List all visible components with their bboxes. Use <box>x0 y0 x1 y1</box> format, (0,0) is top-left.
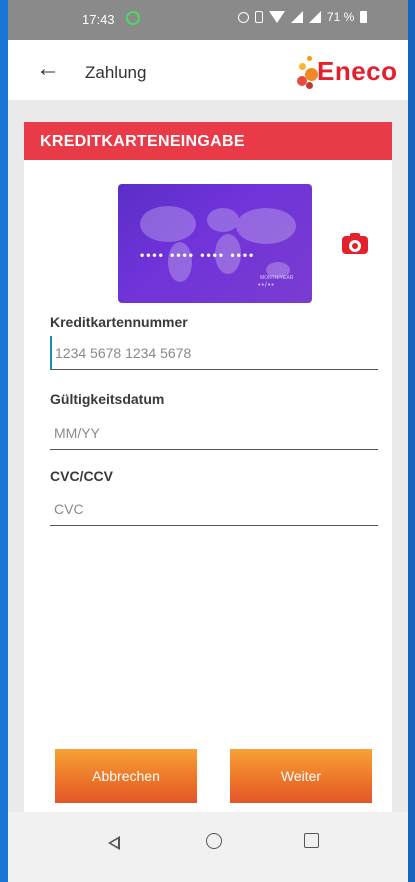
expiry-input[interactable] <box>50 416 378 450</box>
signal-icon <box>291 11 303 23</box>
card-expiry-label: MONTH/YEAR <box>260 275 294 281</box>
vibrate-icon <box>255 11 263 23</box>
content-area: KREDITKARTENEINGABE •••• •••• •••• •••• … <box>8 100 408 812</box>
square-recents-icon[interactable] <box>304 833 319 848</box>
signal-icon-2 <box>309 11 321 23</box>
logo-text: Eneco <box>317 56 398 86</box>
next-button[interactable]: Weiter <box>230 749 372 803</box>
camera-lens-inner <box>352 243 358 249</box>
eneco-logo: Eneco <box>294 54 397 90</box>
cancel-button[interactable]: Abbrechen <box>55 749 197 803</box>
status-time: 17:43 <box>82 12 115 27</box>
credit-card-preview: •••• •••• •••• •••• MONTH/YEAR ••/•• <box>118 184 312 303</box>
card-number-mask: •••• •••• •••• •••• <box>140 248 256 262</box>
triangle-back-icon[interactable] <box>108 836 120 850</box>
card-expiry-mask: ••/•• <box>258 282 275 289</box>
battery-percent: 71 % <box>327 10 355 24</box>
card-header: KREDITKARTENEINGABE <box>24 122 392 160</box>
card-number-input[interactable] <box>50 336 378 370</box>
system-nav-bar <box>8 812 408 882</box>
cvc-label: CVC/CCV <box>50 468 114 484</box>
camera-lens <box>349 240 361 252</box>
status-icons: 71 % <box>238 10 368 24</box>
phone-screen: 17:43 71 % ← Zahlung Eneco KREDITKARTENE… <box>8 0 408 882</box>
whatsapp-icon <box>126 11 140 25</box>
window-edge <box>0 0 8 882</box>
nav-back-inner <box>111 839 118 847</box>
card-header-title: KREDITKARTENEINGABE <box>40 133 245 150</box>
app-bar: ← Zahlung Eneco <box>8 40 408 100</box>
card-number-label: Kreditkartennummer <box>50 314 188 330</box>
page-title: Zahlung <box>85 63 147 82</box>
logo-dot <box>306 82 313 89</box>
battery-icon <box>360 11 368 23</box>
world-map-icon <box>140 206 296 282</box>
camera-icon[interactable] <box>342 232 368 254</box>
credit-card-form: KREDITKARTENEINGABE •••• •••• •••• •••• … <box>24 122 392 812</box>
expiry-label: Gültigkeitsdatum <box>50 391 165 407</box>
logo-dot <box>299 63 306 70</box>
cvc-input[interactable] <box>50 492 378 526</box>
wifi-icon <box>269 11 285 23</box>
logo-dot <box>307 56 312 61</box>
alarm-icon <box>238 11 249 23</box>
arrow-left-icon[interactable]: ← <box>36 56 60 82</box>
status-bar: 17:43 71 % <box>8 0 408 40</box>
circle-home-icon[interactable] <box>206 833 222 849</box>
